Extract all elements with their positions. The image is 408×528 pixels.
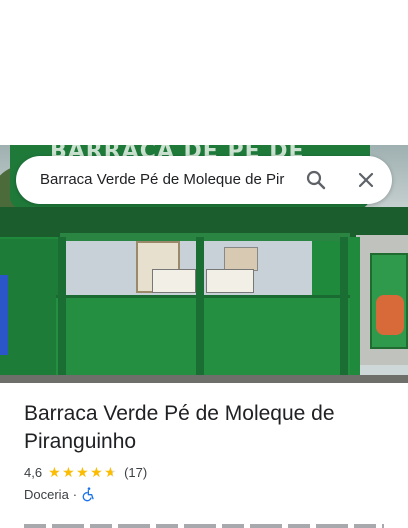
rating-value: 4,6 <box>24 464 43 480</box>
photo-pillar <box>196 237 204 383</box>
photo-shelf <box>224 247 258 271</box>
photo-sign-image <box>376 295 404 335</box>
photo-left-door <box>0 239 58 383</box>
star-rating: ★ ★ ★ ★ ★ <box>48 465 118 479</box>
star-icon: ★ <box>48 464 61 480</box>
separator: · <box>72 486 78 502</box>
clear-search-button[interactable] <box>350 164 382 196</box>
photo-display-case <box>206 269 254 293</box>
wheelchair-icon <box>82 487 94 502</box>
photo-pillar <box>58 237 66 383</box>
photo-blue-strip <box>0 275 8 355</box>
map-blank-area <box>0 0 408 145</box>
review-count[interactable]: (17) <box>124 465 147 480</box>
close-icon <box>358 172 374 188</box>
star-icon: ★ <box>76 464 89 480</box>
star-icon: ★ <box>90 464 103 480</box>
description-text-cutoff <box>24 520 384 528</box>
half-star-icon: ★ <box>104 464 117 480</box>
photo-pillar <box>340 237 348 383</box>
search-icon <box>306 170 326 190</box>
photo-sign <box>370 253 408 349</box>
place-category: Doceria <box>24 486 69 502</box>
photo-display-case <box>152 269 196 293</box>
description-text-fragment <box>24 524 384 528</box>
search-input[interactable]: Barraca Verde Pé de Moleque de Pir <box>40 170 288 190</box>
category-row: Doceria · <box>24 485 97 503</box>
star-icon: ★ <box>62 464 75 480</box>
place-title: Barraca Verde Pé de Moleque de Piranguin… <box>24 402 335 453</box>
rating-row[interactable]: 4,6 ★ ★ ★ ★ ★ (17) <box>24 463 147 481</box>
search-bar[interactable]: Barraca Verde Pé de Moleque de Pir <box>16 156 392 204</box>
photo-awning <box>60 233 350 241</box>
search-button[interactable] <box>300 164 332 196</box>
photo-ground <box>0 375 408 383</box>
